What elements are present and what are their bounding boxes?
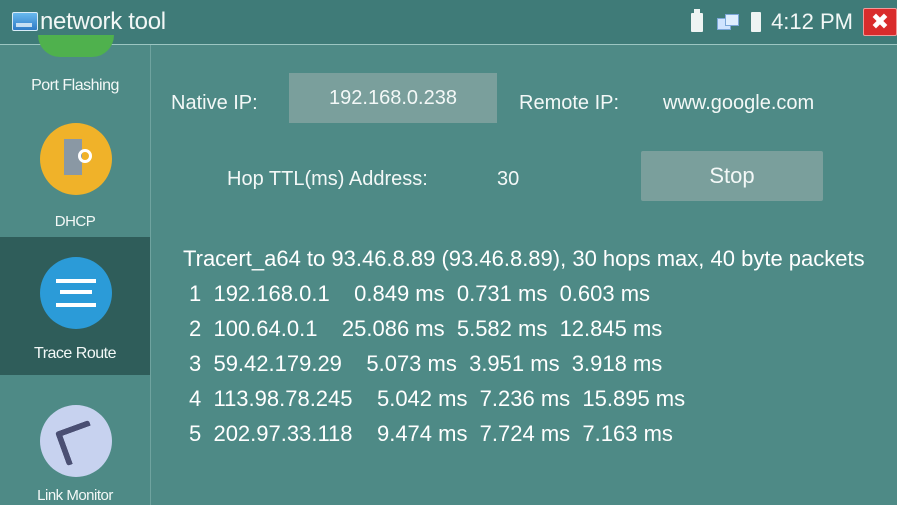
hop-row: 1 192.168.0.1 0.849 ms 0.731 ms 0.603 ms	[189, 281, 651, 306]
usb-icon	[691, 8, 704, 32]
battery-icon	[751, 12, 762, 32]
hop-ttl-field[interactable]: 30	[497, 167, 519, 191]
sidebar-item-port-flashing[interactable]: Port Flashing	[0, 35, 150, 115]
hop-row: 4 113.98.78.245 5.042 ms 7.236 ms 15.895…	[189, 386, 686, 411]
sidebar-item-label: DHCP	[54, 213, 96, 230]
network-icon	[717, 14, 740, 30]
close-button[interactable]: ✖	[863, 8, 897, 36]
sidebar-item-trace-route[interactable]: Trace Route	[0, 237, 150, 375]
trace-route-icon	[40, 257, 112, 329]
clock: 4:12 PM	[771, 9, 853, 34]
title-bar: network tool 4:12 PM ✖	[0, 0, 897, 45]
link-monitor-icon	[40, 405, 112, 477]
hop-ttl-label: Hop TTL(ms) Address:	[227, 168, 428, 190]
hop-row: 5 202.97.33.118 9.474 ms 7.724 ms 7.163 …	[189, 421, 673, 446]
dhcp-server-icon	[40, 123, 112, 195]
remote-ip-field[interactable]: www.google.com	[663, 91, 814, 115]
sidebar-item-label: Trace Route	[34, 345, 116, 362]
sidebar-item-link-monitor[interactable]: Link Monitor	[0, 405, 150, 505]
sidebar-item-label: Port Flashing	[31, 77, 119, 94]
sidebar-item-label: Link Monitor	[37, 487, 113, 504]
native-ip-label: Native IP:	[171, 92, 258, 114]
app-icon	[12, 12, 38, 31]
sidebar: Port Flashing DHCP Trace Route Link Moni…	[0, 35, 151, 505]
hop-row: 2 100.64.0.1 25.086 ms 5.582 ms 12.845 m…	[189, 316, 663, 341]
sidebar-item-dhcp[interactable]: DHCP	[0, 123, 150, 235]
hop-row: 3 59.42.179.29 5.073 ms 3.951 ms 3.918 m…	[189, 351, 663, 376]
remote-ip-label: Remote IP:	[519, 92, 620, 114]
trace-header: Tracert_a64 to 93.46.8.89 (93.46.8.89), …	[183, 246, 865, 271]
trace-route-panel: Native IP: 192.168.0.238 Remote IP: www.…	[151, 45, 897, 505]
port-flashing-icon	[38, 35, 114, 57]
trace-output: Tracert_a64 to 93.46.8.89 (93.46.8.89), …	[183, 241, 883, 451]
native-ip-field[interactable]: 192.168.0.238	[289, 73, 497, 123]
status-bar: 4:12 PM ✖	[691, 6, 897, 38]
app-title: network tool	[40, 8, 166, 35]
stop-button[interactable]: Stop	[641, 151, 823, 201]
